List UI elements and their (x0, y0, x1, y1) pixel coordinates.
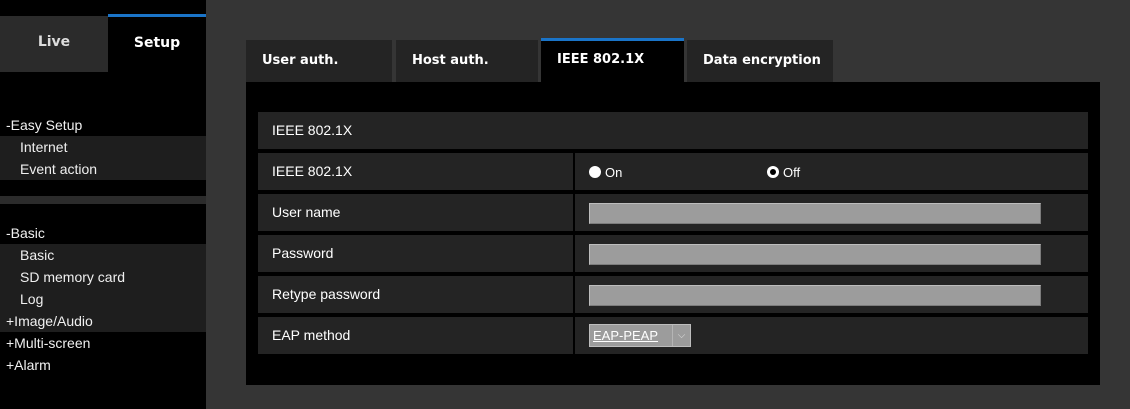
main-content: User auth. Host auth. IEEE 802.1X Data e… (206, 0, 1130, 409)
radio-off[interactable]: Off (767, 164, 801, 180)
ieee-8021x-label: IEEE 802.1X (258, 153, 573, 190)
user-name-input[interactable] (589, 203, 1041, 224)
nav-item-internet[interactable]: Internet (0, 136, 206, 158)
eap-method-row: EAP method EAP-PEAP ⌵ (258, 317, 1088, 354)
radio-on-label: On (605, 164, 623, 180)
section-header-row: IEEE 802.1X (258, 112, 1088, 149)
nav-easy-setup-header[interactable]: -Easy Setup (0, 114, 206, 136)
settings-panel: IEEE 802.1X IEEE 802.1X On Off User name (246, 82, 1100, 385)
mode-tabs: Live Setup (0, 0, 206, 72)
eap-method-select[interactable]: EAP-PEAP ⌵ (589, 324, 691, 347)
tab-setup[interactable]: Setup (108, 14, 206, 70)
tab-host-auth[interactable]: Host auth. (396, 40, 538, 82)
settings-table: IEEE 802.1X IEEE 802.1X On Off User name (258, 112, 1088, 358)
retype-password-label: Retype password (258, 276, 573, 313)
nav-basic-header[interactable]: -Basic (0, 222, 206, 244)
tab-data-encryption[interactable]: Data encryption (687, 40, 833, 82)
radio-on[interactable]: On (589, 164, 623, 180)
radio-on-indicator (589, 166, 601, 178)
nav-item-sd-memory-card[interactable]: SD memory card (0, 266, 206, 288)
user-name-value (575, 194, 1088, 231)
retype-password-row: Retype password (258, 276, 1088, 313)
nav-separator (0, 196, 206, 204)
retype-password-value (575, 276, 1088, 313)
nav-item-event-action[interactable]: Event action (0, 158, 206, 180)
ieee-8021x-row: IEEE 802.1X On Off (258, 153, 1088, 190)
eap-method-value: EAP-PEAP ⌵ (575, 317, 1088, 354)
sidebar: Live Setup -Easy Setup Internet Event ac… (0, 0, 206, 409)
section-title: IEEE 802.1X (258, 112, 1088, 149)
password-label: Password (258, 235, 573, 272)
nav-item-log[interactable]: Log (0, 288, 206, 310)
chevron-down-icon: ⌵ (672, 325, 690, 346)
retype-password-input[interactable] (589, 285, 1041, 306)
password-value (575, 235, 1088, 272)
password-row: Password (258, 235, 1088, 272)
nav-item-basic[interactable]: Basic (0, 244, 206, 266)
user-name-row: User name (258, 194, 1088, 231)
user-name-label: User name (258, 194, 573, 231)
nav-image-audio[interactable]: +Image/Audio (0, 310, 206, 332)
eap-method-label: EAP method (258, 317, 573, 354)
tab-user-auth[interactable]: User auth. (246, 40, 392, 82)
radio-off-label: Off (783, 164, 801, 180)
tab-ieee-8021x[interactable]: IEEE 802.1X (541, 38, 684, 82)
ieee-8021x-value: On Off (575, 153, 1088, 190)
nav-multi-screen[interactable]: +Multi-screen (0, 332, 206, 354)
nav-easy-setup: -Easy Setup Internet Event action (0, 114, 206, 180)
eap-method-selected: EAP-PEAP (593, 328, 659, 343)
password-input[interactable] (589, 244, 1041, 265)
nav-alarm[interactable]: +Alarm (0, 354, 206, 376)
radio-off-indicator (767, 166, 779, 178)
tab-live[interactable]: Live (0, 16, 108, 72)
nav-basic: -Basic Basic SD memory card Log +Image/A… (0, 222, 206, 376)
